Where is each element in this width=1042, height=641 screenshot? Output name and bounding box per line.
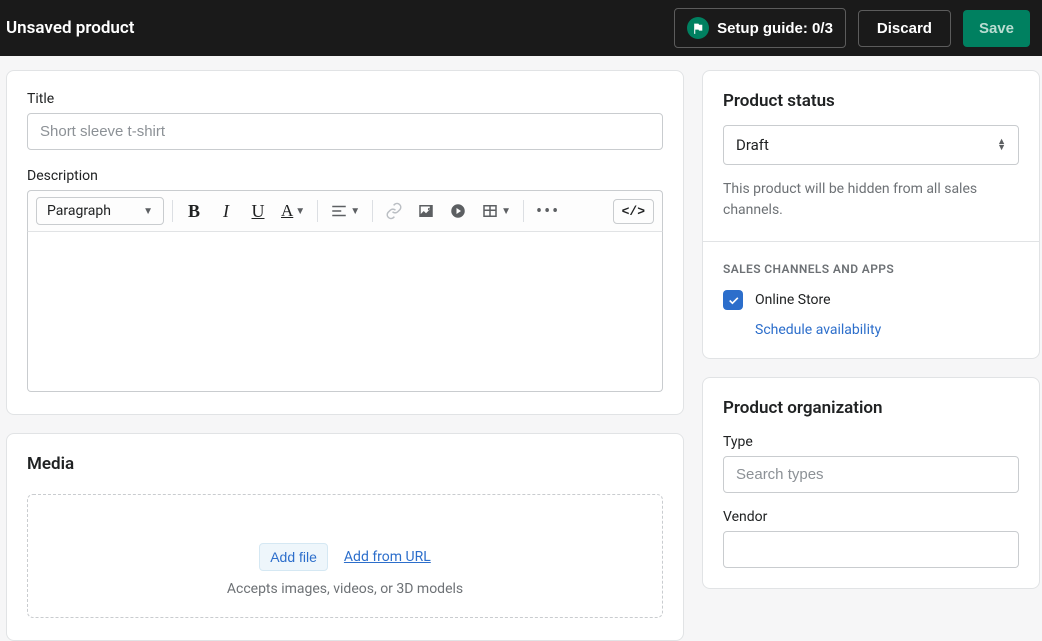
separator xyxy=(317,200,318,222)
channel-online-store-row: Online Store xyxy=(723,290,1019,310)
separator xyxy=(523,200,524,222)
chevron-down-icon: ▼ xyxy=(143,206,153,217)
page-body: Title Description Paragraph ▼ B I U A ▼ xyxy=(0,56,1042,641)
product-status-value: Draft xyxy=(736,136,769,154)
product-status-select[interactable]: Draft ▲▼ xyxy=(723,125,1019,165)
chevron-down-icon: ▼ xyxy=(295,206,305,217)
product-organization-heading: Product organization xyxy=(723,398,1019,418)
italic-icon: I xyxy=(223,201,229,222)
code-view-button[interactable]: </> xyxy=(613,199,654,224)
select-arrows-icon: ▲▼ xyxy=(997,139,1006,151)
flag-icon xyxy=(687,17,709,39)
description-label: Description xyxy=(27,168,663,184)
product-status-heading: Product status xyxy=(723,91,1019,111)
main-column: Title Description Paragraph ▼ B I U A ▼ xyxy=(6,70,684,641)
add-from-url-link[interactable]: Add from URL xyxy=(344,549,431,565)
vendor-input[interactable] xyxy=(723,531,1019,568)
align-icon xyxy=(330,202,348,220)
discard-button[interactable]: Discard xyxy=(858,10,951,47)
media-hint: Accepts images, videos, or 3D models xyxy=(40,581,650,597)
media-heading: Media xyxy=(27,454,663,474)
bold-button[interactable]: B xyxy=(181,197,207,225)
side-column: Product status Draft ▲▼ This product wil… xyxy=(702,70,1040,641)
title-description-card: Title Description Paragraph ▼ B I U A ▼ xyxy=(6,70,684,415)
media-actions: Add file Add from URL xyxy=(259,543,431,571)
link-icon xyxy=(385,202,403,220)
more-button[interactable]: ••• xyxy=(532,197,564,225)
separator xyxy=(372,200,373,222)
add-file-button[interactable]: Add file xyxy=(259,543,328,571)
topbar: Unsaved product Setup guide: 0/3 Discard… xyxy=(0,0,1042,56)
text-color-button[interactable]: A ▼ xyxy=(277,197,309,225)
divider xyxy=(703,241,1039,242)
paragraph-style-dropdown[interactable]: Paragraph ▼ xyxy=(36,197,164,225)
italic-button[interactable]: I xyxy=(213,197,239,225)
align-button[interactable]: ▼ xyxy=(326,197,364,225)
media-card: Media Add file Add from URL Accepts imag… xyxy=(6,433,684,641)
description-wrap: Description Paragraph ▼ B I U A ▼ xyxy=(27,168,663,392)
video-button[interactable] xyxy=(445,197,471,225)
play-icon xyxy=(449,202,467,220)
type-label: Type xyxy=(723,434,1019,450)
text-color-icon: A xyxy=(281,201,293,221)
type-input[interactable] xyxy=(723,456,1019,493)
title-label: Title xyxy=(27,91,663,107)
description-editor[interactable] xyxy=(27,232,663,392)
table-button[interactable]: ▼ xyxy=(477,197,515,225)
underline-button[interactable]: U xyxy=(245,197,271,225)
schedule-availability-link[interactable]: Schedule availability xyxy=(755,322,1019,338)
chevron-down-icon: ▼ xyxy=(501,206,511,217)
paragraph-label: Paragraph xyxy=(47,203,111,219)
image-button[interactable] xyxy=(413,197,439,225)
product-status-card: Product status Draft ▲▼ This product wil… xyxy=(702,70,1040,359)
underline-icon: U xyxy=(252,201,265,222)
separator xyxy=(172,200,173,222)
online-store-label: Online Store xyxy=(755,292,831,308)
check-icon xyxy=(727,294,740,307)
image-icon xyxy=(417,202,435,220)
link-button[interactable] xyxy=(381,197,407,225)
setup-guide-label: Setup guide: 0/3 xyxy=(717,20,833,37)
save-button[interactable]: Save xyxy=(963,10,1030,47)
channels-heading: SALES CHANNELS AND APPS xyxy=(723,262,1019,276)
product-status-hint: This product will be hidden from all sal… xyxy=(723,179,1019,221)
ellipsis-icon: ••• xyxy=(536,201,560,222)
title-input[interactable] xyxy=(27,113,663,150)
table-icon xyxy=(481,202,499,220)
rte-toolbar: Paragraph ▼ B I U A ▼ ▼ xyxy=(27,190,663,232)
vendor-label: Vendor xyxy=(723,509,1019,525)
online-store-checkbox[interactable] xyxy=(723,290,743,310)
bold-icon: B xyxy=(188,201,200,222)
page-title: Unsaved product xyxy=(6,18,134,38)
product-organization-card: Product organization Type Vendor xyxy=(702,377,1040,589)
media-dropzone[interactable]: Add file Add from URL Accepts images, vi… xyxy=(27,494,663,618)
setup-guide-button[interactable]: Setup guide: 0/3 xyxy=(674,8,846,48)
chevron-down-icon: ▼ xyxy=(350,206,360,217)
